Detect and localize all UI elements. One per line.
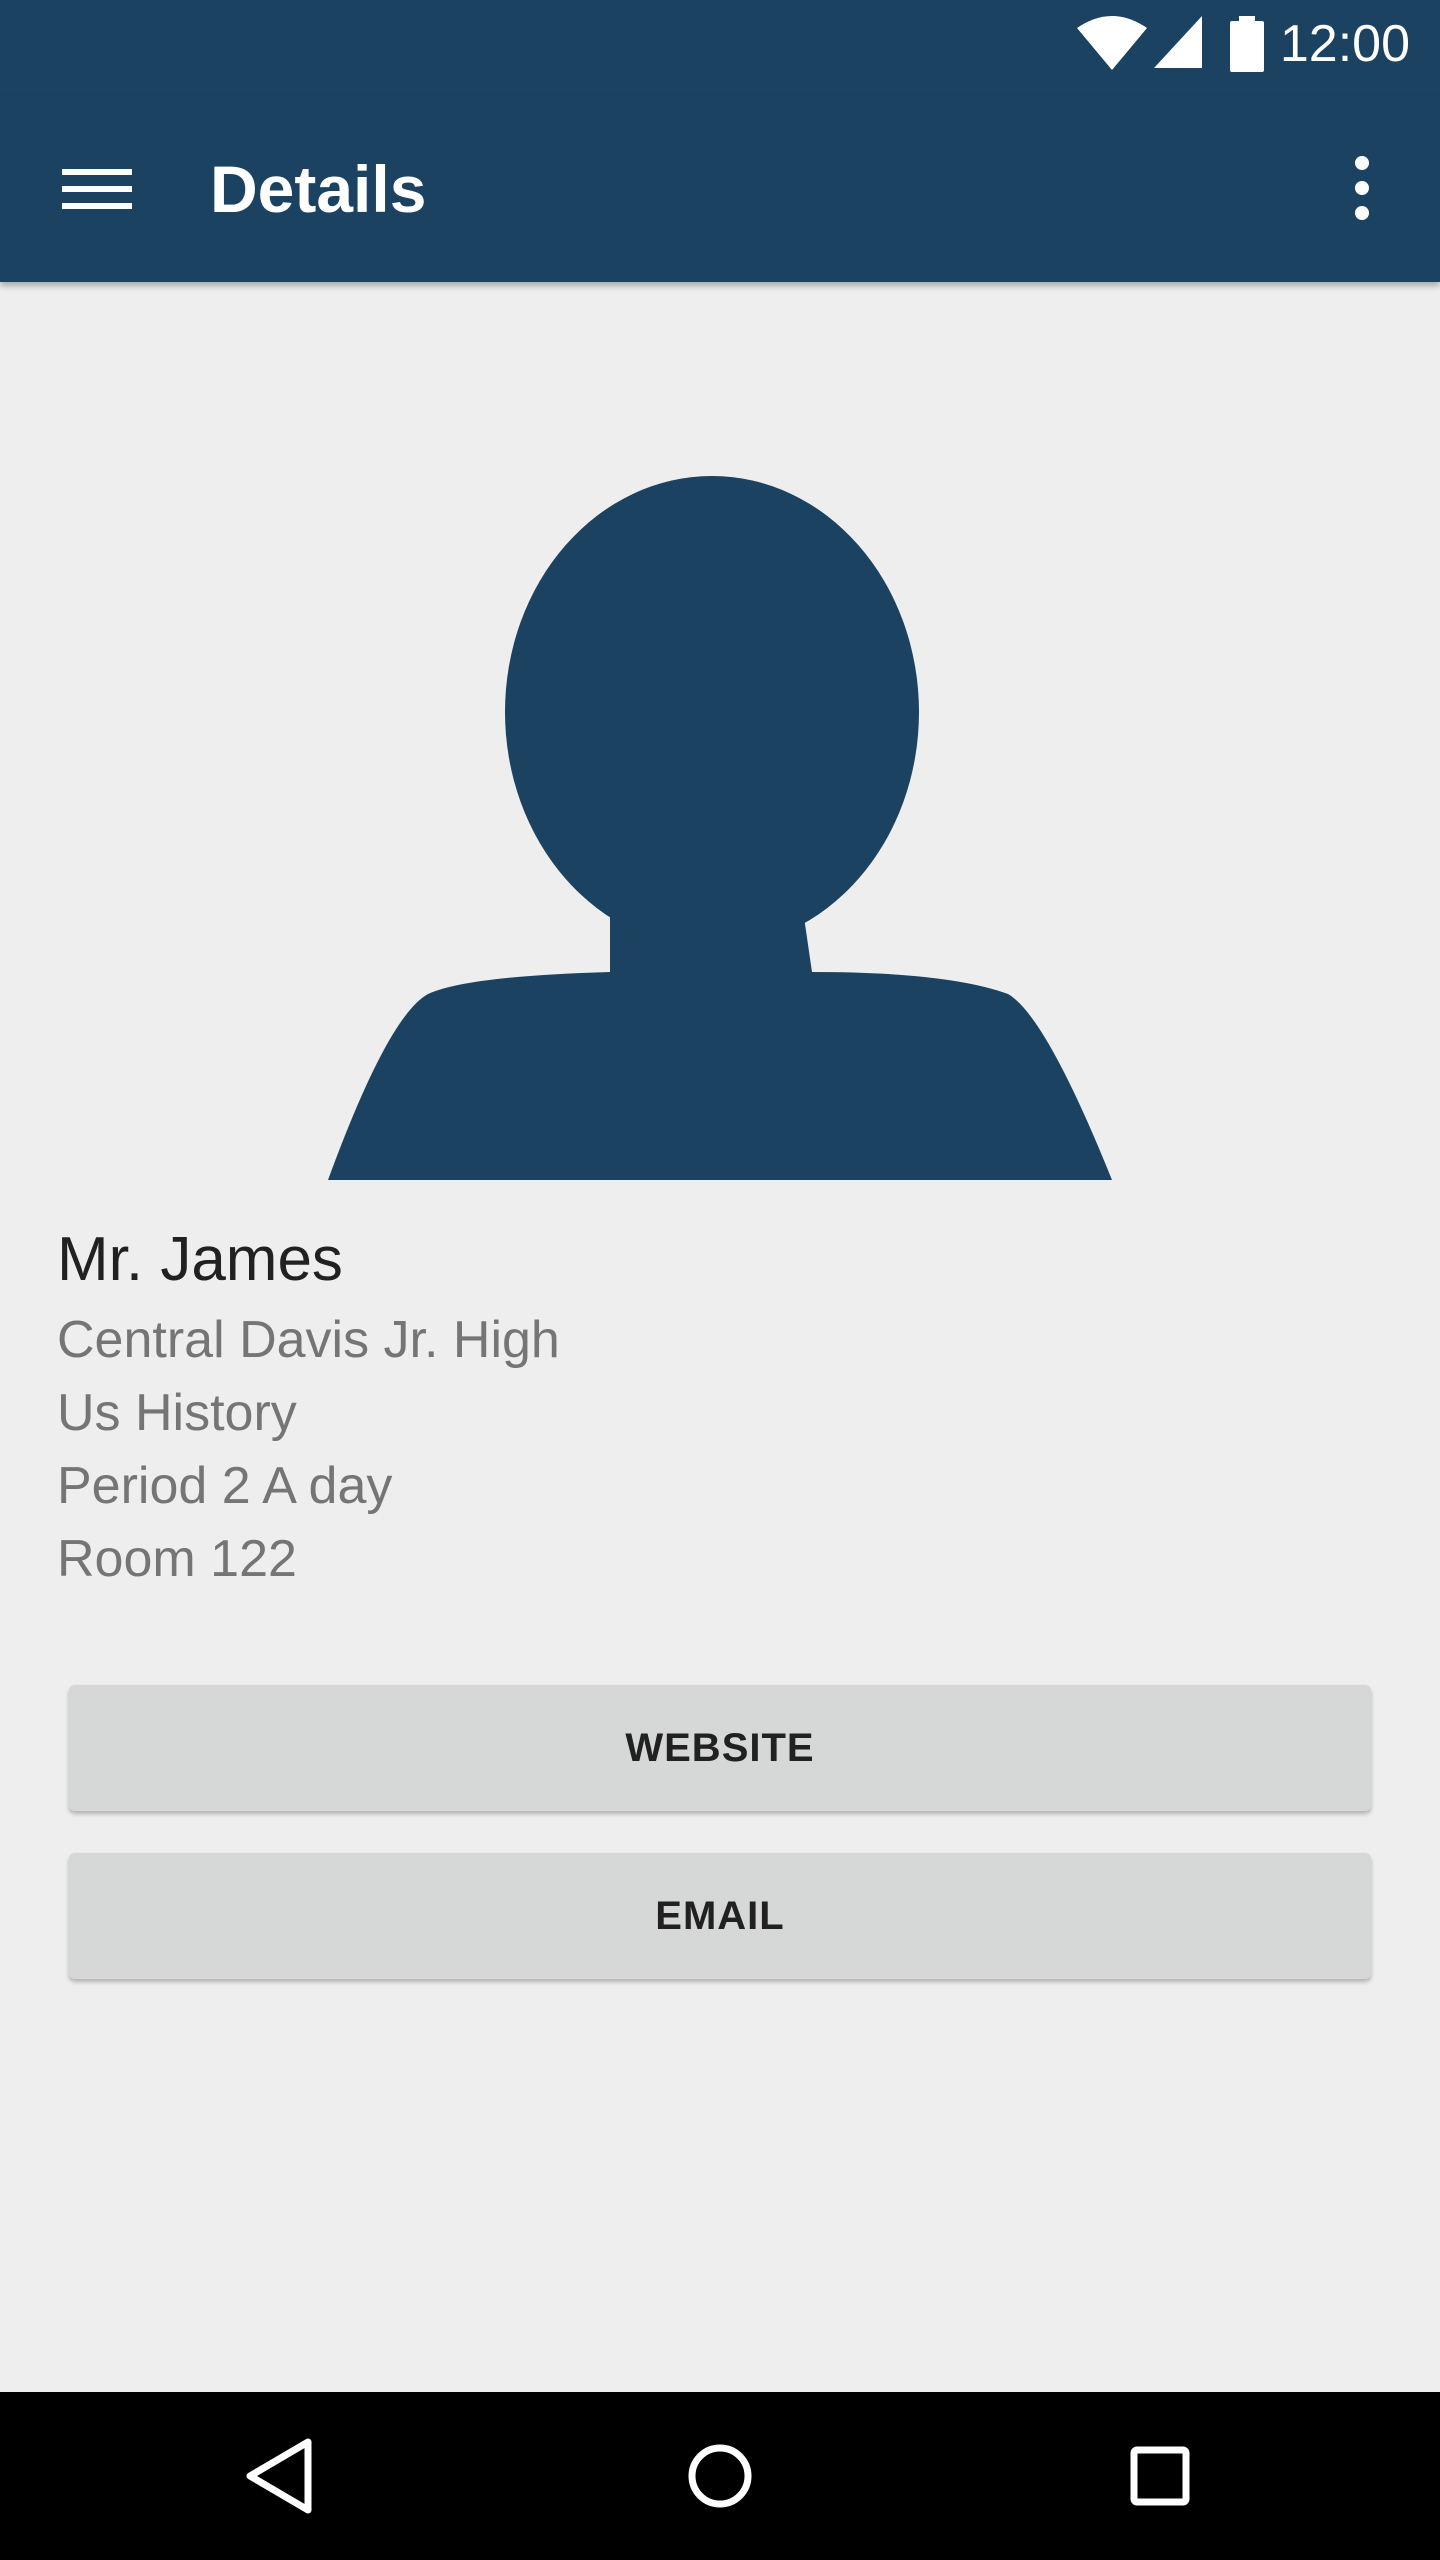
home-button[interactable] [660,2416,780,2536]
recents-button[interactable] [1100,2416,1220,2536]
period-label: Period 2 A day [57,1457,393,1515]
wifi-icon [1075,14,1149,74]
details-screen: 12:00 Details Mr. James Central Davis Jr… [0,0,1440,2560]
status-time: 12:00 [1279,15,1410,73]
back-button[interactable] [220,2416,340,2536]
battery-icon [1228,14,1266,74]
overflow-menu-button[interactable] [1314,141,1410,237]
more-vert-icon [1314,156,1410,241]
website-button[interactable]: WEBSITE [69,1685,1371,1811]
room-label: Room 122 [57,1530,297,1588]
subject-name: Us History [57,1384,297,1442]
back-icon [220,2438,340,2540]
recents-icon [1100,2446,1220,2540]
menu-icon [40,169,136,241]
system-nav-bar [0,2392,1440,2560]
person-silhouette-icon [328,476,1112,1184]
school-name: Central Davis Jr. High [57,1311,560,1369]
cell-signal-icon [1152,14,1204,70]
app-bar: Details [0,96,1440,282]
teacher-name: Mr. James [57,1225,343,1294]
menu-button[interactable] [40,141,136,237]
email-button[interactable]: EMAIL [69,1853,1371,1979]
home-icon [660,2444,780,2540]
status-bar: 12:00 [0,0,1440,96]
page-title: Details [210,152,427,226]
avatar [328,476,1112,1180]
